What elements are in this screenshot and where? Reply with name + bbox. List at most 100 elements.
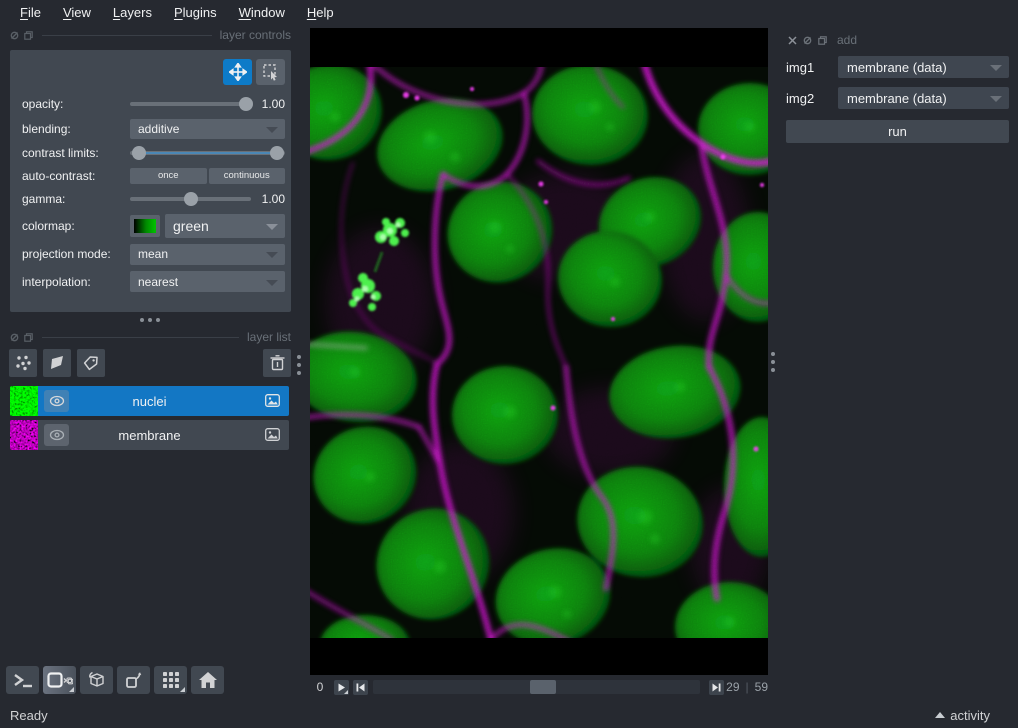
new-labels-layer-button[interactable] <box>77 349 105 377</box>
layer-controls-panel: opacity: 1.00 blending: additive <box>10 50 291 312</box>
chevron-down-icon <box>990 65 1002 71</box>
layer-controls-titlebar: layer controls <box>10 28 291 42</box>
gamma-slider-handle[interactable] <box>184 192 198 206</box>
hide-icon[interactable] <box>10 31 19 40</box>
chevron-down-icon <box>266 224 278 230</box>
roll-dimensions-button[interactable] <box>80 666 113 694</box>
layer-list-buttons <box>9 349 291 377</box>
colormap-swatch-button[interactable] <box>130 215 160 237</box>
close-icon[interactable] <box>788 36 797 45</box>
layer-list: nuclei membrane <box>10 386 289 454</box>
panel-resize-handle[interactable] <box>140 318 160 322</box>
hide-icon[interactable] <box>10 333 19 342</box>
gamma-slider[interactable] <box>130 192 251 206</box>
play-button[interactable] <box>334 680 349 695</box>
gamma-row: gamma: 1.00 <box>22 186 285 211</box>
status-bar: Ready activity <box>0 702 1018 728</box>
contrast-min-handle[interactable] <box>132 146 146 160</box>
menu-plugins[interactable]: Plugins <box>164 3 227 22</box>
skip-start-icon <box>356 683 365 692</box>
auto-contrast-label: auto-contrast: <box>22 169 130 183</box>
transform-icon <box>262 63 280 81</box>
colormap-row: colormap: green <box>22 211 285 240</box>
colormap-dropdown[interactable]: green <box>165 214 285 238</box>
console-icon <box>13 672 33 688</box>
layer-controls-title: layer controls <box>220 28 291 42</box>
menu-file[interactable]: File <box>10 3 51 22</box>
frame-slider-handle[interactable] <box>530 680 556 694</box>
ndisplay-toggle-button[interactable] <box>43 666 76 694</box>
new-shapes-layer-button[interactable] <box>43 349 71 377</box>
home-button[interactable] <box>191 666 224 694</box>
interpolation-row: interpolation: nearest <box>22 268 285 295</box>
opacity-label: opacity: <box>22 97 130 111</box>
chevron-down-icon <box>266 280 278 286</box>
layer-mode-buttons <box>223 59 285 85</box>
title-divider <box>42 35 212 36</box>
opacity-slider[interactable] <box>130 97 251 111</box>
skip-end-icon <box>712 683 721 692</box>
microscopy-image <box>310 28 768 675</box>
transpose-icon <box>124 670 144 690</box>
canvas-viewport[interactable] <box>310 28 768 675</box>
grid-icon <box>162 671 180 689</box>
transform-button[interactable] <box>256 59 285 85</box>
gamma-label: gamma: <box>22 192 130 206</box>
dims-axis-label: 0 <box>310 680 330 694</box>
roll-cube-icon <box>87 670 107 690</box>
float-icon[interactable] <box>24 333 33 342</box>
left-splitter-handle[interactable] <box>297 355 301 375</box>
contrast-limits-label: contrast limits: <box>22 146 130 160</box>
layer-row-membrane[interactable]: membrane <box>10 420 289 450</box>
layer-list-title: layer list <box>247 330 291 344</box>
transpose-dimensions-button[interactable] <box>117 666 150 694</box>
img1-dropdown[interactable]: membrane (data) <box>838 56 1009 78</box>
contrast-max-handle[interactable] <box>270 146 284 160</box>
once-button[interactable]: once <box>130 168 207 184</box>
colormap-value: green <box>173 218 209 234</box>
play-icon <box>337 683 346 692</box>
activity-button[interactable]: activity <box>935 708 990 723</box>
skip-to-start-button[interactable] <box>353 680 368 695</box>
menu-help[interactable]: Help <box>297 3 344 22</box>
plugin-dock: add img1 membrane (data) img2 membrane (… <box>786 33 1009 143</box>
hide-icon[interactable] <box>803 36 812 45</box>
run-button[interactable]: run <box>786 120 1009 143</box>
home-icon <box>198 671 218 689</box>
image-layer-icon <box>265 428 280 441</box>
pan-zoom-button[interactable] <box>223 59 252 85</box>
new-points-layer-button[interactable] <box>9 349 37 377</box>
projection-mode-value: mean <box>138 247 168 261</box>
dims-slider-row: 0 29 | 59 <box>310 679 768 695</box>
plugin-dock-titlebar: add <box>788 33 1009 47</box>
blending-dropdown[interactable]: additive <box>130 119 285 139</box>
right-splitter-handle[interactable] <box>771 352 775 372</box>
chevron-down-icon <box>990 96 1002 102</box>
menu-layers[interactable]: Layers <box>103 3 162 22</box>
contrast-limits-slider[interactable] <box>130 146 285 160</box>
console-button[interactable] <box>6 666 39 694</box>
menu-view[interactable]: View <box>53 3 101 22</box>
layer-row-nuclei[interactable]: nuclei <box>10 386 289 416</box>
projection-mode-dropdown[interactable]: mean <box>130 244 285 265</box>
img2-dropdown[interactable]: membrane (data) <box>838 87 1009 109</box>
skip-to-end-button[interactable] <box>709 680 724 695</box>
continuous-button[interactable]: continuous <box>209 168 286 184</box>
float-icon[interactable] <box>818 36 827 45</box>
menu-window[interactable]: Window <box>229 3 295 22</box>
labels-tag-icon <box>82 354 100 372</box>
frame-slider[interactable] <box>373 680 700 694</box>
interpolation-dropdown[interactable]: nearest <box>130 271 285 292</box>
grid-view-button[interactable] <box>154 666 187 694</box>
contrast-limits-row: contrast limits: <box>22 141 285 165</box>
delete-layer-button[interactable] <box>263 349 291 377</box>
float-icon[interactable] <box>24 31 33 40</box>
current-frame: 29 <box>726 680 739 694</box>
auto-contrast-row: auto-contrast: once continuous <box>22 165 285 186</box>
layer-list-titlebar: layer list <box>10 330 291 344</box>
activity-label: activity <box>950 708 990 723</box>
pan-arrows-icon <box>229 63 247 81</box>
layer-name: membrane <box>10 420 289 450</box>
img2-value: membrane (data) <box>847 91 947 106</box>
napari-window: File View Layers Plugins Window Help lay… <box>0 0 1018 728</box>
